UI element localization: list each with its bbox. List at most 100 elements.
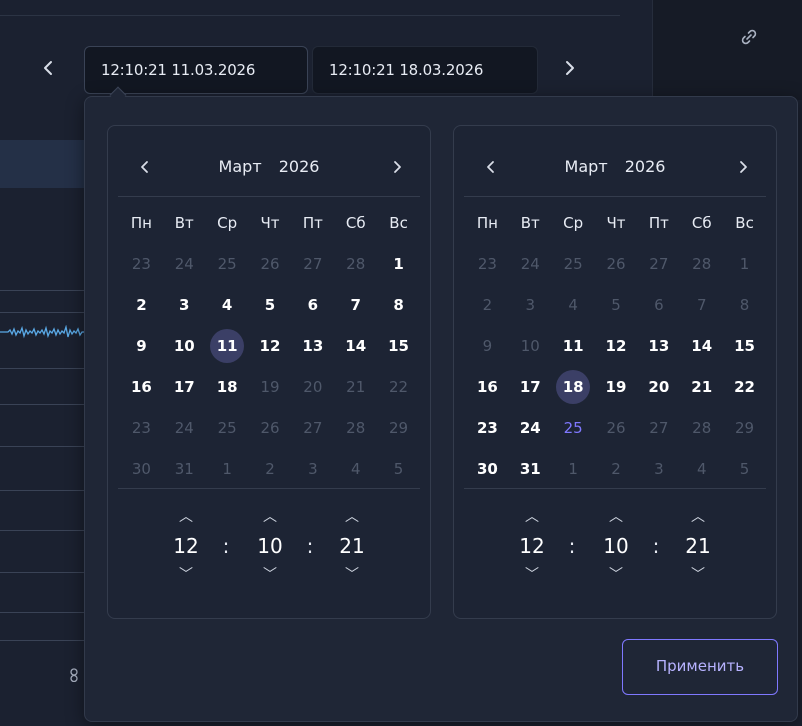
time-spinner: ︿ 12 ﹀ : ︿ 10 ﹀ : ︿ 21 ﹀ bbox=[108, 508, 430, 598]
link-icon[interactable] bbox=[737, 28, 761, 52]
day-number: 3 bbox=[525, 295, 536, 314]
seconds-down-button[interactable]: ﹀ bbox=[678, 566, 718, 584]
calendar-day: 28 bbox=[680, 243, 723, 284]
calendar-day[interactable]: 31 bbox=[509, 448, 552, 489]
calendar-day[interactable]: 6 bbox=[291, 284, 334, 325]
prev-month-button[interactable] bbox=[476, 152, 506, 182]
calendar-day[interactable]: 24 bbox=[509, 407, 552, 448]
seconds-value[interactable]: 21 bbox=[678, 526, 718, 566]
calendar-divider bbox=[118, 488, 420, 489]
day-number: 28 bbox=[346, 418, 366, 437]
minutes-value[interactable]: 10 bbox=[596, 526, 636, 566]
calendar-day: 8 bbox=[723, 284, 766, 325]
day-number: 13 bbox=[648, 336, 670, 355]
day-number: 26 bbox=[606, 418, 626, 437]
day-number: 27 bbox=[303, 254, 323, 273]
calendar-day[interactable]: 3 bbox=[163, 284, 206, 325]
calendar-day[interactable]: 16 bbox=[466, 366, 509, 407]
calendar-start: Март 2026 Пн Вт Ср Чт Пт Сб Вс 23 24 25 26 27 28 1 2 3 4… bbox=[107, 125, 431, 619]
hours-value[interactable]: 12 bbox=[512, 526, 552, 566]
calendar-day[interactable]: 15 bbox=[723, 325, 766, 366]
seconds-up-button[interactable]: ︿ bbox=[332, 508, 372, 526]
prev-range-button[interactable] bbox=[34, 56, 62, 84]
hours-up-button[interactable]: ︿ bbox=[166, 508, 206, 526]
month-label: Март bbox=[218, 157, 262, 176]
calendar-day[interactable]: 16 bbox=[120, 366, 163, 407]
day-number: 15 bbox=[388, 336, 409, 355]
day-number: 25 bbox=[563, 418, 583, 437]
user-icon[interactable] bbox=[68, 668, 80, 686]
minutes-down-button[interactable]: ﹀ bbox=[596, 566, 636, 584]
calendar-day: 25 bbox=[206, 407, 249, 448]
time-colon: : bbox=[306, 534, 314, 558]
calendar-day[interactable]: 15 bbox=[377, 325, 420, 366]
calendar-day: 19 bbox=[249, 366, 292, 407]
hours-value[interactable]: 12 bbox=[166, 526, 206, 566]
minutes-down-button[interactable]: ﹀ bbox=[250, 566, 290, 584]
calendar-day: 2 bbox=[466, 284, 509, 325]
minutes-up-button[interactable]: ︿ bbox=[250, 508, 290, 526]
next-month-button[interactable] bbox=[728, 152, 758, 182]
calendar-end: Март 2026 Пн Вт Ср Чт Пт Сб Вс 23 24 25 26 27 28 1 2 3 4… bbox=[453, 125, 777, 619]
seconds-down-button[interactable]: ﹀ bbox=[332, 566, 372, 584]
calendar-day: 2 bbox=[595, 448, 638, 489]
calendar-day[interactable]: 25 bbox=[552, 407, 595, 448]
calendar-day[interactable]: 12 bbox=[249, 325, 292, 366]
day-number: 3 bbox=[179, 295, 190, 314]
calendar-day: 24 bbox=[163, 243, 206, 284]
calendar-day[interactable]: 10 bbox=[163, 325, 206, 366]
calendar-day[interactable]: 12 bbox=[595, 325, 638, 366]
apply-button[interactable]: Применить bbox=[622, 639, 778, 695]
prev-month-button[interactable] bbox=[130, 152, 160, 182]
selected-day[interactable]: 11 bbox=[206, 325, 249, 366]
minutes-value[interactable]: 10 bbox=[250, 526, 290, 566]
calendar-day[interactable]: 13 bbox=[291, 325, 334, 366]
hours-down-button[interactable]: ﹀ bbox=[512, 566, 552, 584]
weekday-label: Чт bbox=[260, 213, 280, 232]
calendar-day: 27 bbox=[637, 407, 680, 448]
next-range-button[interactable] bbox=[556, 56, 584, 84]
calendar-day[interactable]: 18 bbox=[206, 366, 249, 407]
calendar-day: 26 bbox=[249, 243, 292, 284]
calendar-day[interactable]: 9 bbox=[120, 325, 163, 366]
calendar-day[interactable]: 14 bbox=[334, 325, 377, 366]
seconds-up-button[interactable]: ︿ bbox=[678, 508, 718, 526]
calendar-day[interactable]: 23 bbox=[466, 407, 509, 448]
day-number: 15 bbox=[734, 336, 755, 355]
calendar-day[interactable]: 13 bbox=[637, 325, 680, 366]
end-datetime-field[interactable]: 12:10:21 18.03.2026 bbox=[312, 46, 538, 94]
calendar-day[interactable]: 14 bbox=[680, 325, 723, 366]
calendar-day[interactable]: 1 bbox=[377, 243, 420, 284]
calendar-day: 1 bbox=[723, 243, 766, 284]
weekday-label: Пн bbox=[130, 213, 152, 232]
next-month-button[interactable] bbox=[382, 152, 412, 182]
seconds-value[interactable]: 21 bbox=[332, 526, 372, 566]
calendar-day[interactable]: 20 bbox=[637, 366, 680, 407]
calendar-day[interactable]: 30 bbox=[466, 448, 509, 489]
day-number: 2 bbox=[265, 459, 275, 478]
chevron-left-icon bbox=[44, 61, 52, 75]
calendar-day: 27 bbox=[291, 407, 334, 448]
hours-down-button[interactable]: ﹀ bbox=[166, 566, 206, 584]
hours-up-button[interactable]: ︿ bbox=[512, 508, 552, 526]
calendar-day[interactable]: 4 bbox=[206, 284, 249, 325]
calendar-day[interactable]: 11 bbox=[552, 325, 595, 366]
day-number: 1 bbox=[568, 459, 578, 478]
minutes-up-button[interactable]: ︿ bbox=[596, 508, 636, 526]
calendar-day[interactable]: 8 bbox=[377, 284, 420, 325]
weekday-label: Вт bbox=[520, 213, 540, 232]
calendar-divider bbox=[464, 488, 766, 489]
calendar-day[interactable]: 2 bbox=[120, 284, 163, 325]
calendar-day[interactable]: 19 bbox=[595, 366, 638, 407]
day-number: 4 bbox=[350, 459, 361, 478]
calendar-day[interactable]: 5 bbox=[249, 284, 292, 325]
calendar-day[interactable]: 17 bbox=[509, 366, 552, 407]
calendar-day[interactable]: 22 bbox=[723, 366, 766, 407]
background-divider bbox=[0, 15, 620, 16]
calendar-day[interactable]: 17 bbox=[163, 366, 206, 407]
calendar-day[interactable]: 21 bbox=[680, 366, 723, 407]
calendar-day[interactable]: 7 bbox=[334, 284, 377, 325]
day-number: 9 bbox=[482, 336, 493, 355]
calendar-header: Март 2026 bbox=[108, 152, 430, 182]
selected-day[interactable]: 18 bbox=[552, 366, 595, 407]
